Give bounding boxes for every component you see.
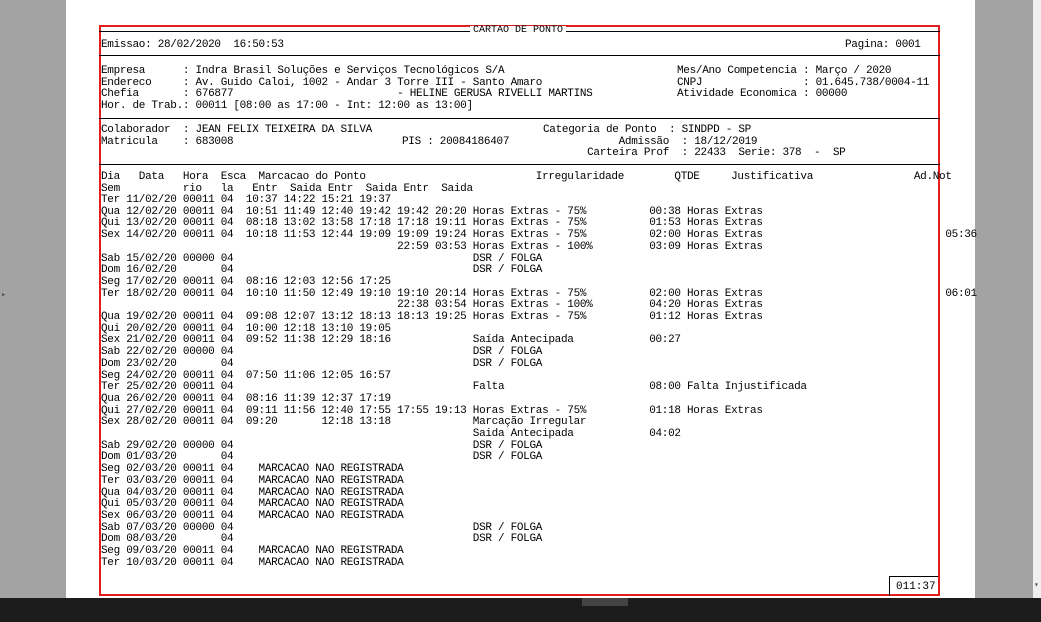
timesheet-row: Qua 04/03/20 00011 04 MARCACAO NAO REGIS…: [101, 486, 404, 499]
company-line: Empresa : Indra Brasil Soluções e Serviç…: [101, 65, 505, 77]
timesheet-row: 22:59 03:53 Horas Extras - 100% 03:09 Ho…: [101, 240, 763, 253]
timesheet-row: Saida Antecipada 04:02: [101, 428, 681, 440]
horizontal-scroll-thumb[interactable]: [582, 598, 628, 606]
timesheet-row: Sex 14/02/20 00011 04 10:18 11:53 12:44 …: [101, 229, 977, 242]
company-line: Chefia : 676877 - HELINE GERUSA RIVELLI …: [101, 88, 593, 101]
timesheet-row: Seg 17/02/20 00011 04 08:16 12:03 12:56 …: [101, 275, 391, 288]
emission-date: Emissao: 28/02/2020 16:50:53: [101, 39, 284, 51]
company-right-line: Atividade Economica : 00000: [677, 88, 848, 101]
viewer-left-gutter: [0, 0, 66, 598]
timesheet-row: Seg 24/02/20 00011 04 07:50 11:06 12:05 …: [101, 369, 391, 382]
timesheet-row: Ter 10/03/20 00011 04 MARCACAO NAO REGIS…: [101, 556, 404, 569]
timesheet-row: Sab 22/02/20 00000 04 DSR / FOLGA: [101, 346, 543, 359]
timesheet-row: Ter 11/02/20 00011 04 10:37 14:22 15:21 …: [101, 194, 391, 206]
timesheet-row: Sex 21/02/20 00011 04 09:52 11:38 12:29 …: [101, 334, 681, 347]
timesheet-row: Sab 07/03/20 00000 04 DSR / FOLGA: [101, 521, 543, 534]
divider-employee: [99, 164, 940, 165]
timesheet-row: Qui 27/02/20 00011 04 09:11 11:56 12:40 …: [101, 404, 763, 417]
scroll-down-arrow-icon[interactable]: ▾: [1034, 582, 1039, 590]
total-value: 011:37: [896, 581, 936, 593]
divider-emissao: [99, 55, 940, 56]
timesheet-row: Sab 29/02/20 00000 04 DSR / FOLGA: [101, 439, 543, 452]
viewer-right-gutter: [975, 0, 1033, 598]
timesheet-row: Dom 01/03/20 04 DSR / FOLGA: [101, 451, 543, 464]
company-right-line: CNPJ : 01.645.738/0004-11: [677, 76, 930, 89]
timesheet-row: Seg 09/03/20 00011 04 MARCACAO NAO REGIS…: [101, 545, 404, 557]
taskbar: [0, 598, 1041, 622]
divider-company: [99, 118, 940, 119]
timesheet-row: Ter 03/03/20 00011 04 MARCACAO NAO REGIS…: [101, 474, 404, 487]
timesheet-row: Qua 26/02/20 00011 04 08:16 11:39 12:37 …: [101, 392, 391, 405]
employee-right-line: Admissão : 18/12/2019: [543, 135, 758, 148]
vertical-scrollbar[interactable]: [1033, 0, 1041, 598]
report-title: CARTAO DE PONTO: [470, 26, 567, 36]
employee-right-line: Categoria de Ponto : SINDPD - SP: [543, 124, 751, 136]
timesheet-row: Qui 13/02/20 00011 04 08:18 13:02 13:58 …: [101, 217, 763, 230]
timesheet-row: Sab 15/02/20 00000 04 DSR / FOLGA: [101, 252, 543, 265]
timesheet-row: Ter 18/02/20 00011 04 10:10 11:50 12:49 …: [101, 287, 977, 300]
timesheet-row: Sex 28/02/20 00011 04 09:20 12:18 13:18 …: [101, 416, 587, 429]
timesheet-row: Dom 23/02/20 04 DSR / FOLGA: [101, 357, 543, 370]
timesheet-row: Ter 25/02/20 00011 04 Falta 08:00 Falta …: [101, 381, 807, 394]
employee-line: Matricula : 683008: [101, 135, 234, 148]
timesheet-row: Seg 02/03/20 00011 04 MARCACAO NAO REGIS…: [101, 463, 404, 476]
collapse-arrow-icon[interactable]: ▸: [1, 290, 6, 300]
company-right-line: Mes/Ano Competencia : Março / 2020: [677, 65, 892, 77]
timesheet-row: Dom 08/03/20 04 DSR / FOLGA: [101, 533, 543, 546]
timesheet-row: Qua 12/02/20 00011 04 10:51 11:49 12:40 …: [101, 205, 763, 218]
page-number: Pagina: 0001: [845, 39, 921, 51]
timesheet-row: Qui 05/03/20 00011 04 MARCACAO NAO REGIS…: [101, 498, 404, 511]
timesheet-row: Qua 19/02/20 00011 04 09:08 12:07 13:12 …: [101, 311, 763, 323]
employee-right-line: Carteira Prof : 22433 Serie: 378 - SP: [543, 147, 846, 160]
timesheet-row: Qui 20/02/20 00011 04 10:00 12:18 13:10 …: [101, 322, 391, 335]
company-line: Hor. de Trab.: 00011 [08:00 as 17:00 - I…: [101, 100, 473, 113]
timesheet-row: 22:38 03:54 Horas Extras - 100% 04:20 Ho…: [101, 299, 763, 312]
timesheet-row: Sex 06/03/20 00011 04 MARCACAO NAO REGIS…: [101, 509, 404, 522]
employee-line: Colaborador : JEAN FELIX TEIXEIRA DA SIL…: [101, 124, 372, 136]
header-line: Dia Data Hora Esca Marcacao do Ponto Irr…: [101, 171, 952, 183]
timesheet-row: Dom 16/02/20 04 DSR / FOLGA: [101, 264, 543, 277]
pis-number: PIS : 20084186407: [402, 136, 510, 148]
company-line: Endereco : Av. Guido Caloi, 1002 - Andar…: [101, 76, 543, 89]
